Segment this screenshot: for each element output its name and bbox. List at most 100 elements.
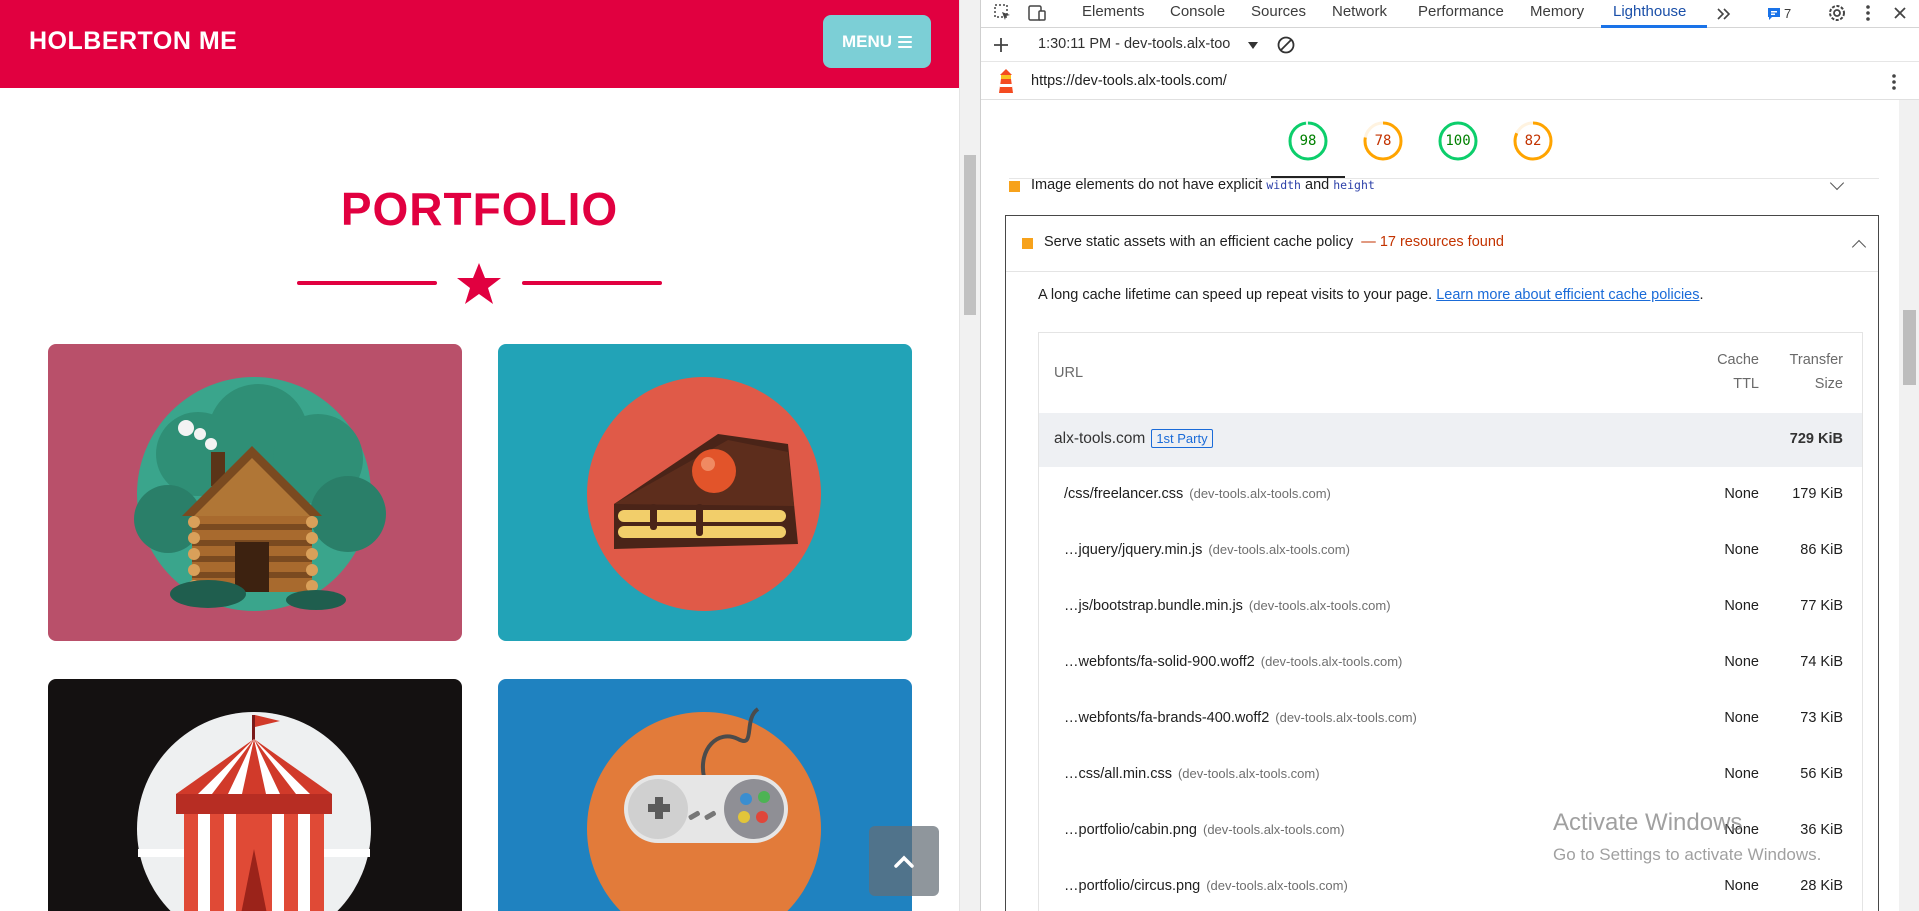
dropdown-triangle-icon[interactable] [1247,39,1259,51]
gauge-score: 100 [1445,133,1471,149]
report-scrollbar-thumb[interactable] [1903,310,1916,385]
star-icon [457,263,501,304]
table-row: …js/bootstrap.bundle.min.js (dev-tools.al… [1039,579,1862,635]
warning-square-icon [1022,238,1033,249]
table-row: /css/freelancer.css (dev-tools.alx-tools.… [1039,467,1862,523]
resource-url[interactable]: …portfolio/circus.png (dev-tools.alx-tool… [1064,878,1348,894]
page-scrollbar-thumb[interactable] [964,155,976,315]
score-gauges: 98 78 100 82 [981,100,1899,178]
resource-url[interactable]: …webfonts/fa-brands-400.woff2 (dev-tools.… [1064,710,1417,726]
devtools-panel: Elements Console Sources Network Perform… [980,0,1919,911]
resource-url[interactable]: …portfolio/cabin.png (dev-tools.alx-tools… [1064,822,1345,838]
report-scrollbar[interactable] [1899,100,1919,911]
tab-console[interactable]: Console [1170,3,1225,20]
issues-icon[interactable] [1766,6,1782,22]
table-row: …css/all.min.css (dev-tools.alx-tools.com… [1039,747,1862,803]
transfer-size-value: 36 KiB [1800,822,1843,838]
portfolio-card-cake[interactable] [498,344,912,641]
devtools-tabbar: Elements Console Sources Network Perform… [981,0,1919,28]
device-toolbar-icon[interactable] [1027,3,1047,23]
transfer-size-value: 56 KiB [1800,766,1843,782]
circus-illustration [137,712,371,911]
transfer-size-value: 179 KiB [1792,486,1843,502]
portfolio-card-game[interactable] [498,679,912,911]
learn-more-link[interactable]: Learn more about efficient cache policie… [1436,287,1699,303]
hamburger-icon [898,35,913,48]
report-menu-icon[interactable] [1889,72,1899,92]
tab-network[interactable]: Network [1332,3,1387,20]
gauge-performance[interactable]: 98 [1287,120,1329,162]
issues-count[interactable]: 7 [1784,6,1791,21]
portfolio-card-cabin[interactable] [48,344,462,641]
audit-title: Serve static assets with an efficient ca… [1044,234,1504,250]
menu-button[interactable]: MENU [823,15,931,68]
transfer-size-value: 73 KiB [1800,710,1843,726]
menu-label: MENU [841,31,893,51]
cache-ttl-value: None [1724,710,1759,726]
cache-ttl-value: None [1724,542,1759,558]
cabin-illustration [134,377,386,611]
cache-ttl-value: None [1724,598,1759,614]
audit-cache-policy: Serve static assets with an efficient ca… [1005,215,1879,911]
new-report-plus-icon[interactable] [992,36,1010,54]
table-row: …webfonts/fa-brands-400.woff2 (dev-tools.… [1039,691,1862,747]
resource-url[interactable]: …css/all.min.css (dev-tools.alx-tools.com… [1064,766,1320,782]
clear-reports-icon[interactable] [1276,35,1296,55]
site-navbar: HOLBERTON ME MENU [0,0,959,88]
chevron-down-icon[interactable] [1829,175,1845,191]
tab-elements[interactable]: Elements [1082,3,1145,20]
audit-header[interactable]: Serve static assets with an efficient ca… [1006,216,1878,272]
group-size: 729 KiB [1789,431,1843,447]
resource-url[interactable]: /css/freelancer.css (dev-tools.alx-tools.… [1064,486,1331,502]
table-group-row: alx-tools.com 1st Party 729 KiB [1039,413,1862,467]
more-tabs-icon[interactable] [1715,5,1733,23]
tab-sources[interactable]: Sources [1251,3,1306,20]
resource-url[interactable]: …jquery/jquery.min.js (dev-tools.alx-tool… [1064,542,1350,558]
transfer-size-value: 74 KiB [1800,654,1843,670]
report-selector[interactable]: 1:30:11 PM - dev-tools.alx-too [1038,36,1230,52]
resource-url[interactable]: …webfonts/fa-solid-900.woff2 (dev-tools.a… [1064,654,1402,670]
site-brand[interactable]: HOLBERTON ME [29,27,237,56]
activate-windows-title: Activate Windows [1553,809,1743,836]
controller-illustration [587,707,821,911]
gauge-seo[interactable]: 82 [1512,120,1554,162]
warning-square-icon [1009,181,1020,192]
settings-gear-icon[interactable] [1827,3,1847,23]
gauge-score: 98 [1299,133,1317,149]
page-scrollbar[interactable] [959,0,980,911]
table-row: …portfolio/circus.png (dev-tools.alx-tool… [1039,859,1862,911]
gauge-best-practices[interactable]: 100 [1437,120,1479,162]
cache-ttl-value: None [1724,878,1759,894]
chevron-up-icon [894,855,914,868]
resource-url[interactable]: …js/bootstrap.bundle.min.js (dev-tools.al… [1064,598,1391,614]
website-viewport: HOLBERTON ME MENU PORTFOLIO [0,0,959,911]
column-header-cache-ttl: Cache TTL [1717,352,1759,392]
divider-line-left [297,281,437,285]
kebab-menu-icon[interactable] [1863,3,1873,23]
lighthouse-report: 98 78 100 82 Image elements do not have … [981,100,1899,911]
cake-illustration [587,377,821,611]
gauge-score: 78 [1374,133,1392,149]
lighthouse-toolbar: 1:30:11 PM - dev-tools.alx-too [981,28,1919,62]
tab-memory[interactable]: Memory [1530,3,1584,20]
tab-performance[interactable]: Performance [1418,3,1504,20]
inspect-element-icon[interactable] [993,3,1013,23]
cache-ttl-value: None [1724,766,1759,782]
audit-image-dimensions[interactable]: Image elements do not have explicit widt… [1009,175,1879,204]
lighthouse-url-bar: https://dev-tools.alx-tools.com/ [981,62,1919,100]
gauge-accessibility[interactable]: 78 [1362,120,1404,162]
activate-windows-subtitle: Go to Settings to activate Windows. [1553,845,1822,864]
portfolio-card-circus[interactable] [48,679,462,911]
close-icon[interactable] [1890,3,1910,23]
transfer-size-value: 28 KiB [1800,878,1843,894]
gauge-score: 82 [1524,133,1542,149]
transfer-size-value: 86 KiB [1800,542,1843,558]
chevron-up-icon[interactable] [1851,239,1867,255]
back-to-top-button[interactable] [869,826,939,896]
cache-ttl-value: None [1724,486,1759,502]
report-url: https://dev-tools.alx-tools.com/ [1031,73,1227,89]
transfer-size-value: 77 KiB [1800,598,1843,614]
lighthouse-logo-icon [999,69,1013,93]
tab-lighthouse[interactable]: Lighthouse [1613,3,1686,20]
column-header-transfer-size: Transfer Size [1789,352,1843,392]
